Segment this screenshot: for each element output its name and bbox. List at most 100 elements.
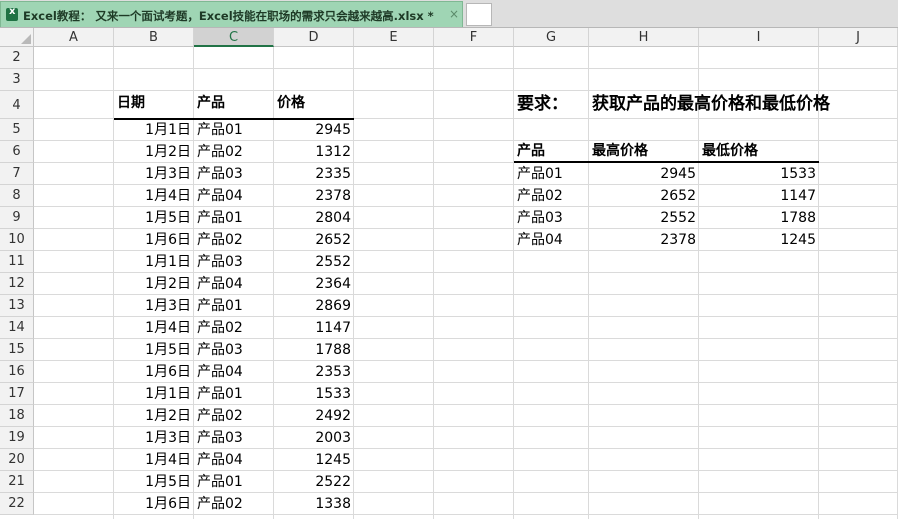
column-header-bar: ABCDEFGHIJ xyxy=(0,28,898,47)
price-cell: 2869 xyxy=(315,298,351,314)
product-cell: 产品02 xyxy=(197,408,243,424)
date-cell: 1月2日 xyxy=(145,144,191,160)
product-cell: 产品03 xyxy=(197,166,243,182)
product-cell: 产品01 xyxy=(197,298,243,314)
column-header-h[interactable]: H xyxy=(589,28,699,47)
date-cell: 1月1日 xyxy=(145,386,191,402)
row-header-13[interactable]: 13 xyxy=(0,295,34,317)
price-cell: 1533 xyxy=(315,386,351,402)
summary-product-cell: 产品03 xyxy=(517,210,563,226)
product-cell: 产品01 xyxy=(197,122,243,138)
row-header-7[interactable]: 7 xyxy=(0,163,34,185)
excel-file-icon xyxy=(6,6,18,21)
column-header-f[interactable]: F xyxy=(434,28,514,47)
date-cell: 1月4日 xyxy=(145,452,191,468)
price-cell: 2552 xyxy=(315,254,351,270)
column-header-c[interactable]: C xyxy=(194,28,274,47)
column-header-i[interactable]: I xyxy=(699,28,819,47)
document-tab-title: Excel教程： 又来一个面试考题，Excel技能在职场的需求只会越来越高.xl… xyxy=(23,9,434,23)
min-price-cell: 1533 xyxy=(780,166,816,182)
row-header-19[interactable]: 19 xyxy=(0,427,34,449)
max-price-cell: 2652 xyxy=(660,188,696,204)
product-cell: 产品03 xyxy=(197,254,243,270)
min-price-cell: 1147 xyxy=(780,188,816,204)
row-header-2[interactable]: 2 xyxy=(0,47,34,69)
row-header-3[interactable]: 3 xyxy=(0,69,34,91)
row-header-20[interactable]: 20 xyxy=(0,449,34,471)
row-header-4[interactable]: 4 xyxy=(0,91,34,119)
column-header-e[interactable]: E xyxy=(354,28,434,47)
cell-grid[interactable]: 日期 产品 价格 1月1日 产品01 2945 1月2日 产品02 1312 1月3日 产品03 23… xyxy=(34,47,898,519)
date-cell: 1月1日 xyxy=(145,122,191,138)
document-tab[interactable]: Excel教程： 又来一个面试考题，Excel技能在职场的需求只会越来越高.xl… xyxy=(0,1,463,27)
product-cell: 产品01 xyxy=(197,210,243,226)
price-cell: 1312 xyxy=(315,144,351,160)
row-header-14[interactable]: 14 xyxy=(0,317,34,339)
product-cell: 产品02 xyxy=(197,144,243,160)
price-cell: 1788 xyxy=(315,342,351,358)
row-header-16[interactable]: 16 xyxy=(0,361,34,383)
price-cell: 1338 xyxy=(315,496,351,512)
column-header-d[interactable]: D xyxy=(274,28,354,47)
product-cell: 产品02 xyxy=(197,232,243,248)
column-header-a[interactable]: A xyxy=(34,28,114,47)
max-price-cell: 2378 xyxy=(660,232,696,248)
row-header-18[interactable]: 18 xyxy=(0,405,34,427)
product-cell: 产品04 xyxy=(197,188,243,204)
price-cell: 2945 xyxy=(315,122,351,138)
product-cell: 产品04 xyxy=(197,276,243,292)
date-cell: 1月3日 xyxy=(145,166,191,182)
price-cell: 2378 xyxy=(315,188,351,204)
close-tab-icon[interactable]: × xyxy=(449,7,459,21)
date-cell: 1月3日 xyxy=(145,298,191,314)
price-cell: 2652 xyxy=(315,232,351,248)
data-table-header: 价格 xyxy=(277,95,305,111)
new-tab-button[interactable] xyxy=(466,3,492,26)
price-cell: 2364 xyxy=(315,276,351,292)
summary-product-cell: 产品01 xyxy=(517,166,563,182)
row-header-9[interactable]: 9 xyxy=(0,207,34,229)
row-header-6[interactable]: 6 xyxy=(0,141,34,163)
row-header-22[interactable]: 22 xyxy=(0,493,34,515)
document-tab-bar: Excel教程： 又来一个面试考题，Excel技能在职场的需求只会越来越高.xl… xyxy=(0,0,898,28)
min-price-cell: 1788 xyxy=(780,210,816,226)
product-cell: 产品03 xyxy=(197,342,243,358)
date-cell: 1月4日 xyxy=(145,320,191,336)
date-cell: 1月1日 xyxy=(145,254,191,270)
summary-product-cell: 产品02 xyxy=(517,188,563,204)
grid-row-line xyxy=(34,68,898,69)
row-header-15[interactable]: 15 xyxy=(0,339,34,361)
data-table-header: 日期 xyxy=(117,95,145,111)
column-header-g[interactable]: G xyxy=(514,28,589,47)
row-header-21[interactable]: 21 xyxy=(0,471,34,493)
date-cell: 1月2日 xyxy=(145,408,191,424)
price-cell: 2353 xyxy=(315,364,351,380)
date-cell: 1月5日 xyxy=(145,342,191,358)
price-cell: 2492 xyxy=(315,408,351,424)
date-cell: 1月2日 xyxy=(145,276,191,292)
product-cell: 产品04 xyxy=(197,452,243,468)
select-all-corner[interactable] xyxy=(0,28,34,47)
date-cell: 1月3日 xyxy=(145,430,191,446)
date-cell: 1月6日 xyxy=(145,364,191,380)
product-cell: 产品01 xyxy=(197,386,243,402)
row-header-10[interactable]: 10 xyxy=(0,229,34,251)
row-header-17[interactable]: 17 xyxy=(0,383,34,405)
row-header-5[interactable]: 5 xyxy=(0,119,34,141)
date-cell: 1月6日 xyxy=(145,496,191,512)
summary-table-header: 最低价格 xyxy=(702,143,758,159)
row-header-11[interactable]: 11 xyxy=(0,251,34,273)
row-header-12[interactable]: 12 xyxy=(0,273,34,295)
date-cell: 1月5日 xyxy=(145,210,191,226)
column-header-j[interactable]: J xyxy=(819,28,898,47)
max-price-cell: 2945 xyxy=(660,166,696,182)
max-price-cell: 2552 xyxy=(660,210,696,226)
price-cell: 2522 xyxy=(315,474,351,490)
column-header-b[interactable]: B xyxy=(114,28,194,47)
date-cell: 1月5日 xyxy=(145,474,191,490)
row-header-8[interactable]: 8 xyxy=(0,185,34,207)
price-cell: 2335 xyxy=(315,166,351,182)
requirement-label: 要求： xyxy=(517,94,568,114)
product-cell: 产品01 xyxy=(197,474,243,490)
data-table-header: 产品 xyxy=(197,95,225,111)
